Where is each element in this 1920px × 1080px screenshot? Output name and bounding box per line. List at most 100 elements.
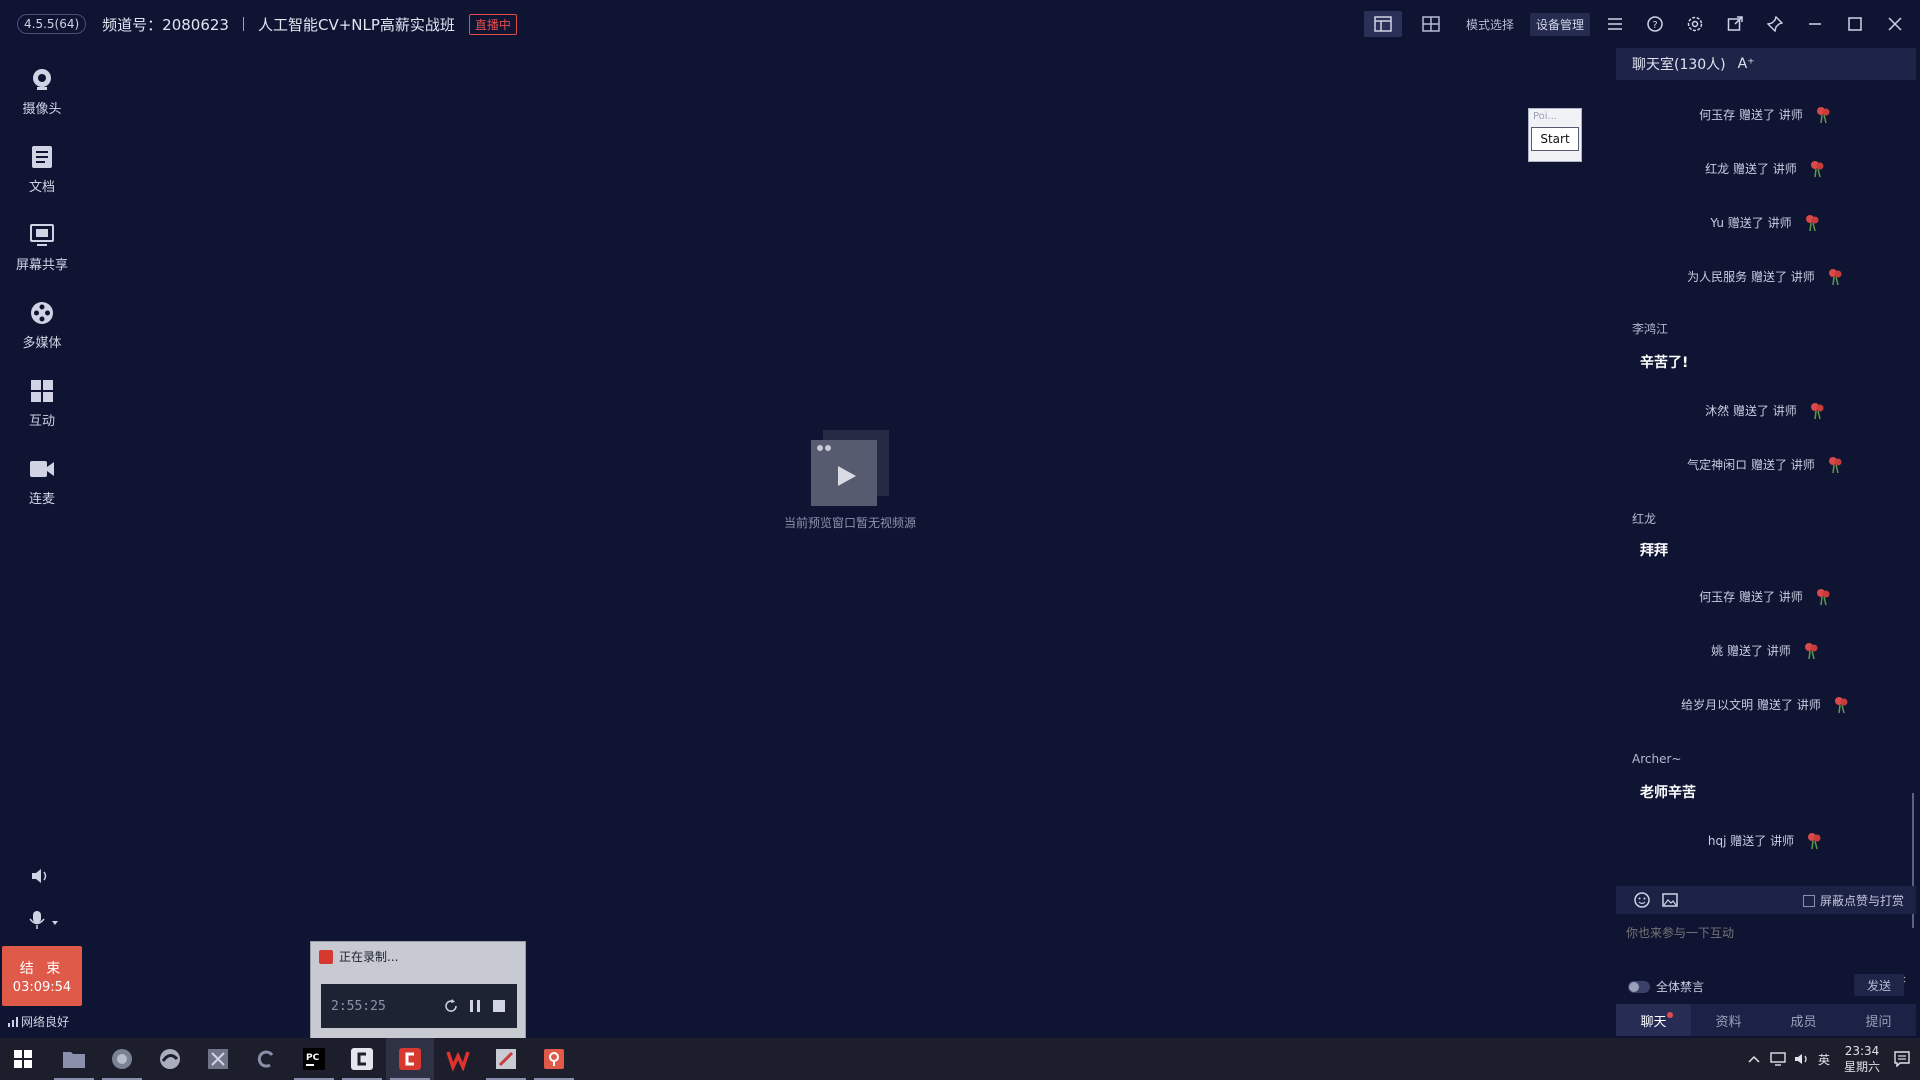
pin-icon[interactable] [1764,13,1786,35]
chat-header: 聊天室(130人) A⁺ [1616,48,1916,80]
sidebar-item-video-call[interactable]: 连麦 [0,442,84,520]
mode-select-button[interactable]: 模式选择 [1460,13,1520,36]
gift-text: 何玉存 赠送了 讲师 [1699,107,1803,122]
sidebar-item-multimedia[interactable]: 多媒体 [0,286,84,364]
flower-gift-icon [1810,161,1824,178]
gift-text: 姚 赠送了 讲师 [1711,643,1791,658]
chat-username: Archer~ [1632,752,1682,766]
font-size-button[interactable]: A⁺ [1738,56,1755,72]
flower-gift-icon [1805,215,1819,232]
start-button[interactable]: Start [1531,127,1579,151]
sidebar-item-label: 屏幕共享 [15,257,68,273]
maximize-icon[interactable] [1844,13,1866,35]
sidebar-item-document[interactable]: 文档 [0,130,84,208]
live-classroom-app-icon[interactable] [530,1038,578,1080]
close-icon[interactable] [1884,13,1906,35]
help-icon[interactable]: ? [1644,13,1666,35]
minimize-icon[interactable] [1804,13,1826,35]
gift-message: hqj 赠送了 讲师 [1616,830,1916,850]
tab-materials[interactable]: 资料 [1691,1004,1766,1036]
edge-browser-icon[interactable] [146,1038,194,1080]
input-method-indicator[interactable]: 英 [1818,1051,1830,1068]
sidebar-item-camera[interactable]: 摄像头 [0,52,84,130]
gift-message: 何玉存 赠送了 讲师 [1616,586,1916,606]
sidebar-item-label: 多媒体 [22,335,62,351]
clock-day: 星期六 [1843,1060,1880,1074]
sidebar-item-label: 摄像头 [22,101,62,117]
gift-message: 姚 赠送了 讲师 [1616,640,1916,660]
windows-start-icon[interactable] [0,1038,46,1080]
poi-widget: Poi... Start [1528,108,1582,162]
gift-message: 何玉存 赠送了 讲师 [1616,104,1916,124]
restart-icon[interactable] [443,998,459,1014]
pycharm-icon[interactable]: PC [290,1038,338,1080]
file-explorer-icon[interactable] [50,1038,98,1080]
volume-icon[interactable] [1794,1051,1810,1067]
image-icon[interactable] [1662,893,1678,907]
version-label: 4.5.5(64) [17,14,87,34]
system-tray: 英 23:34 星期六 [1746,1038,1920,1080]
layout-split-button[interactable] [1363,11,1402,37]
gift-message: 给岁月以文明 赠送了 讲师 [1616,694,1916,714]
sidebar-item-interaction[interactable]: 互动 [0,364,84,442]
network-tray-icon[interactable] [1770,1051,1786,1067]
tab-questions[interactable]: 提问 [1841,1004,1916,1036]
wps-office-icon[interactable] [434,1038,482,1080]
hide-gifts-label: 屏蔽点赞与打赏 [1819,894,1904,908]
tab-label: 聊天 [1640,1014,1667,1030]
flower-gift-icon [1808,833,1821,850]
speaker-icon[interactable] [28,864,52,888]
toggle-switch[interactable] [1628,980,1650,993]
course-title: 人工智能CV+NLP高薪实战班 [257,15,455,34]
share-external-icon[interactable] [1724,13,1746,35]
stop-icon[interactable] [491,998,507,1014]
end-live-button[interactable]: 结 束 03:09:54 [2,946,82,1006]
network-status-text: 网络良好 [21,1015,70,1029]
flower-gift-icon [1816,589,1830,606]
hide-gifts-checkbox[interactable] [1802,894,1815,907]
snipping-tool-icon[interactable] [194,1038,242,1080]
gift-text: 沐然 赠送了 讲师 [1705,403,1797,418]
sidebar-item-screen-share[interactable]: 屏幕共享 [0,208,84,286]
document-icon [29,144,55,170]
notification-center-icon[interactable] [1894,1051,1910,1067]
layout-grid-button[interactable] [1412,11,1450,37]
flower-gift-icon [1828,269,1842,286]
gift-text: 给岁月以文明 赠送了 讲师 [1681,697,1821,712]
tab-members[interactable]: 成员 [1766,1004,1841,1036]
tab-chat[interactable]: 聊天 [1616,1004,1691,1036]
mute-all-toggle[interactable]: 全体禁言 [1628,978,1704,995]
paint-app-icon[interactable] [482,1038,530,1080]
chat-username: 李鸿江 [1632,322,1669,336]
video-placeholder-icon [811,430,889,508]
screen-share-icon [29,222,55,248]
menu-icon[interactable] [1604,13,1626,35]
browser-icon[interactable] [98,1038,146,1080]
device-manage-button[interactable]: 设备管理 [1529,12,1590,36]
chat-message-text: 辛苦了! [1640,355,1689,371]
flower-gift-icon [1804,643,1818,660]
recording-popup[interactable]: 正在录制... 2:55:25 [310,941,526,1039]
pause-icon[interactable] [467,998,483,1014]
live-status-badge: 直播中 [468,13,517,35]
code-editor-icon[interactable] [338,1038,386,1080]
microphone-icon[interactable] [28,908,68,932]
send-button[interactable]: 发送 [1854,974,1904,996]
taskbar-clock[interactable]: 23:34 星期六 [1844,1043,1880,1075]
gift-text: Yu 赠送了 讲师 [1710,215,1792,230]
hide-gifts-option[interactable]: 屏蔽点赞与打赏 [1802,892,1904,909]
chat-message-text: 拜拜 [1640,543,1668,559]
app-swirl-icon[interactable] [242,1038,290,1080]
layout-grid-icon [1422,16,1440,32]
camera-icon [29,66,55,92]
tab-label: 成员 [1790,1014,1817,1030]
screen-recorder-icon[interactable] [386,1038,434,1080]
emoji-icon[interactable] [1634,892,1650,908]
chevron-up-icon[interactable] [1746,1051,1762,1067]
gift-text: 为人民服务 赠送了 讲师 [1687,269,1815,284]
gift-text: 何玉存 赠送了 讲师 [1699,589,1803,604]
tab-label: 资料 [1715,1014,1742,1030]
settings-gear-icon[interactable] [1684,13,1706,35]
sidebar-item-label: 互动 [28,413,55,429]
chat-username: 红龙 [1632,512,1657,526]
